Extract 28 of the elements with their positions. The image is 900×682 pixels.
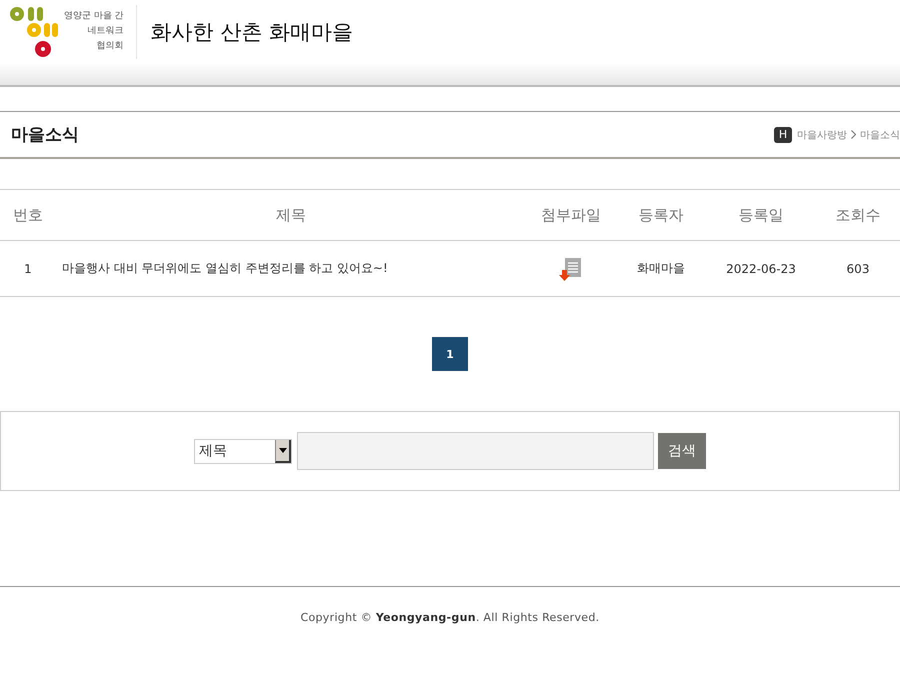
caret-icon [278, 448, 286, 452]
view-count: 603 [846, 262, 870, 276]
site-title[interactable]: 화사한 산촌 화매마을 [150, 18, 354, 46]
post-date: 2022-06-23 [726, 262, 796, 276]
page-button[interactable]: 1 [432, 337, 468, 371]
column-header: 첨부파일 [541, 206, 601, 224]
search-field[interactable] [297, 432, 654, 470]
column-header: 번호 [13, 206, 43, 224]
column-header: 등록자 [638, 206, 684, 224]
column-header: 조회수 [836, 206, 880, 224]
logo-text: 영양군 마을 간 [64, 11, 124, 22]
author-name: 화매마을 [637, 261, 685, 275]
row-number: 1 [24, 262, 32, 276]
logo-text: 네트워크 [88, 26, 124, 37]
search-button[interactable]: 검색 [658, 433, 706, 469]
file-download-icon[interactable] [559, 256, 583, 280]
column-header: 등록일 [738, 206, 784, 224]
post-title-link[interactable]: 마을행사 대비 무더위에도 열심히 주변정리를 하고 있어요~! [62, 261, 388, 275]
chevron-icon [851, 130, 856, 139]
breadcrumb-link[interactable]: 마을사랑방 [797, 128, 847, 142]
logo-icon [10, 4, 58, 58]
page-title: 마을소식 [11, 124, 79, 146]
search-type-select[interactable]: 제목 [194, 438, 292, 464]
home-badge[interactable]: H [774, 126, 792, 142]
copyright-text: Copyright © Yeongyang-gun. All Rights Reserved. [300, 611, 600, 624]
column-header: 제목 [276, 206, 306, 224]
breadcrumb-link[interactable]: 마을소식 [860, 128, 900, 142]
logo-text: 협의회 [96, 41, 124, 52]
